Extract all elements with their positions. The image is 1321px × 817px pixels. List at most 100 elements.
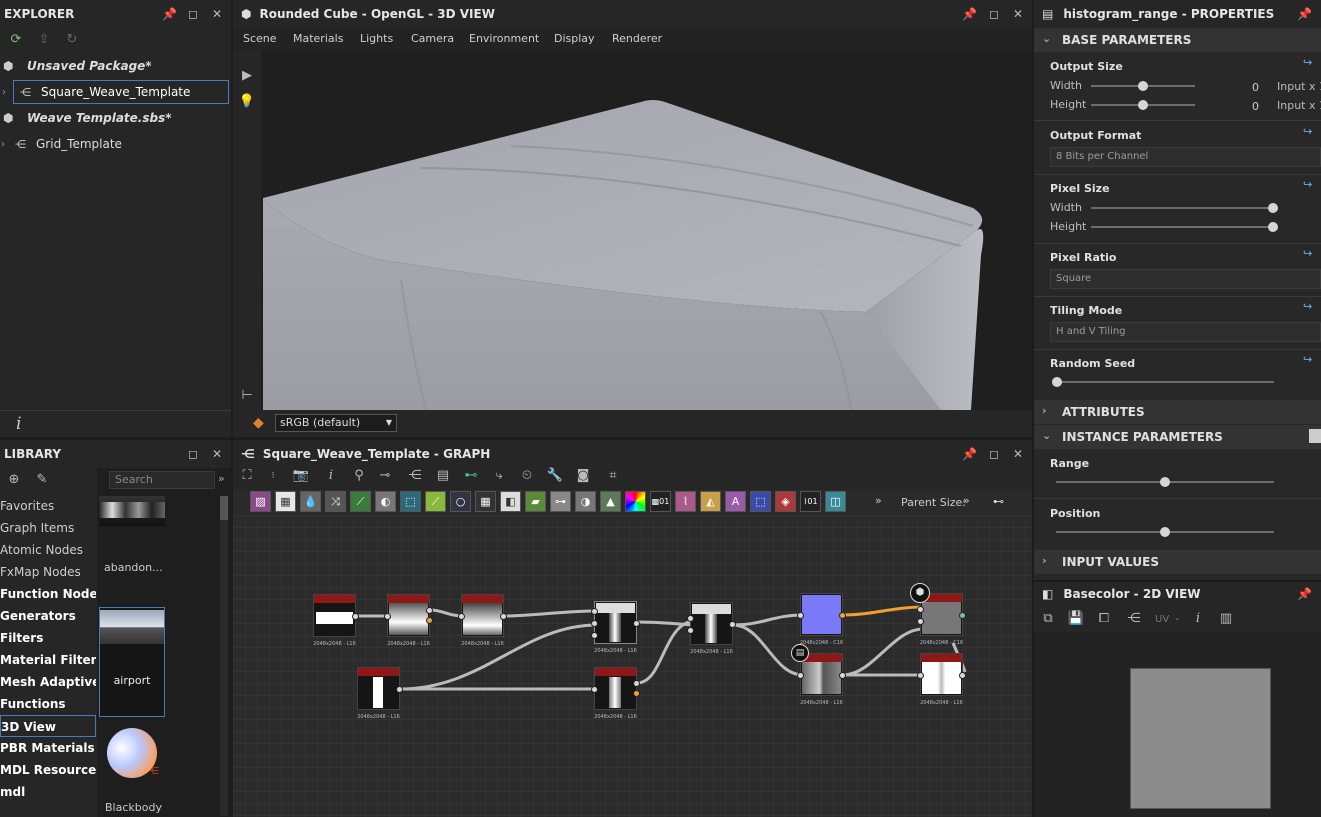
library-category[interactable]: Filters (0, 627, 96, 649)
more-tools-button[interactable]: » (875, 494, 882, 507)
graph-node[interactable]: 2048x2048 - L16 (384, 594, 433, 647)
input-port[interactable] (591, 632, 598, 639)
shuffle-icon[interactable]: ⤨ (325, 491, 346, 512)
new-package-icon[interactable]: ⟳ (6, 30, 26, 50)
parameter-link-icon[interactable]: ↪ (1303, 56, 1312, 69)
input-port[interactable] (797, 612, 804, 619)
curve-icon[interactable]: ⟋ (350, 491, 371, 512)
duplicate-icon[interactable]: ⧠ (1094, 609, 1114, 629)
menu-scene[interactable]: Scene (243, 32, 277, 45)
maximize-icon[interactable]: ◻ (186, 447, 200, 461)
maximize-icon[interactable]: ◻ (987, 447, 1001, 461)
library-category[interactable]: Graph Items (0, 517, 96, 539)
pin-icon[interactable]: 📌 (962, 7, 977, 21)
text-icon[interactable]: A (725, 491, 746, 512)
parameter-link-icon[interactable]: ↪ (1303, 300, 1312, 313)
connector-icon[interactable]: ⊷ (993, 495, 1004, 508)
tree-item-unsaved-package[interactable]: ⬢ Unsaved Package* (0, 54, 231, 78)
slider-knob[interactable] (1160, 477, 1170, 487)
slider-knob[interactable] (1160, 527, 1170, 537)
output-port[interactable] (426, 607, 433, 614)
bitmap-icon[interactable]: ▨ (250, 491, 271, 512)
output-format-select[interactable]: 8 Bits per Channel (1050, 147, 1321, 167)
refresh-icon[interactable]: ↻ (62, 30, 82, 50)
output-port[interactable] (959, 672, 966, 679)
tree-item-square-weave-template[interactable]: › ⋲ Square_Weave_Template (2, 80, 229, 104)
chevron-double-right-icon[interactable]: » (218, 472, 225, 485)
input-port[interactable] (687, 627, 694, 634)
wrench-icon[interactable]: 🔧 (545, 466, 565, 486)
output-port[interactable] (633, 620, 640, 627)
input-port[interactable] (591, 608, 598, 615)
library-category[interactable]: Favorites (0, 495, 96, 517)
parameter-link-icon[interactable]: ↪ (1303, 247, 1312, 260)
library-category[interactable]: FxMap Nodes (0, 561, 96, 583)
close-icon[interactable]: ✕ (210, 447, 224, 461)
chevron-down-icon[interactable]: ⌄ (1174, 613, 1181, 622)
library-category[interactable]: Generators (0, 605, 96, 627)
parameter-link-icon[interactable]: ↪ (1303, 353, 1312, 366)
graph-node[interactable]: 2048x2048 - L16 (591, 601, 640, 654)
output-port[interactable] (633, 680, 640, 687)
pin-icon[interactable]: 📌 (962, 447, 977, 461)
light-bulb-icon[interactable]: 💡 (237, 92, 257, 112)
hsl-icon[interactable] (625, 491, 646, 512)
parameter-link-icon[interactable]: ↪ (1303, 125, 1312, 138)
input-port[interactable] (458, 613, 465, 620)
copy-icon[interactable]: ⧉ (1038, 609, 1058, 629)
maximize-icon[interactable]: ◻ (186, 7, 200, 21)
library-category[interactable]: PBR Materials (0, 737, 96, 759)
library-thumb-selected[interactable]: airport (99, 607, 165, 717)
graph-icon[interactable]: ⋲ (1124, 609, 1144, 629)
histogram-icon[interactable]: ▲ (600, 491, 621, 512)
input-port[interactable] (917, 606, 924, 613)
grayscale-icon[interactable]: ◐ (375, 491, 396, 512)
chevron-right-icon[interactable]: › (1, 139, 5, 150)
graph-node[interactable]: 2048x2048 - L16 (313, 594, 359, 647)
section-attributes[interactable]: › ATTRIBUTES (1034, 400, 1321, 424)
fill-icon[interactable]: ◈ (775, 491, 796, 512)
graph-layout-icon[interactable]: ⋲ (405, 466, 425, 486)
pixel-ratio-select[interactable]: Square (1050, 269, 1321, 289)
library-category[interactable]: Mesh Adaptive (0, 671, 96, 693)
edit-icon[interactable] (1309, 429, 1321, 443)
align-icon[interactable]: ▤ (433, 466, 453, 486)
transform-icon[interactable]: ◑ (575, 491, 596, 512)
output-port[interactable] (633, 690, 640, 697)
link-icon[interactable]: ⊸ (375, 466, 395, 486)
viewport-3d[interactable] (261, 50, 1032, 410)
save-icon[interactable]: 💾 (1066, 609, 1086, 629)
path-icon[interactable]: ⌇ (675, 491, 696, 512)
grid-icon[interactable]: ▦ (475, 491, 496, 512)
upload-icon[interactable]: ⇪ (34, 30, 54, 50)
input-port[interactable] (917, 672, 924, 679)
close-icon[interactable]: ✕ (1011, 7, 1025, 21)
timer-icon[interactable]: ⏲ (517, 466, 537, 486)
pin-icon[interactable]: 📌 (1297, 7, 1312, 21)
output-port[interactable] (729, 621, 736, 628)
input-port[interactable] (687, 615, 694, 622)
route-icon[interactable]: ⤷ (489, 466, 509, 486)
library-category[interactable]: Atomic Nodes (0, 539, 96, 561)
select-icon[interactable]: ⬚ (750, 491, 771, 512)
height-value[interactable]: 0 (1252, 100, 1259, 113)
levels-icon[interactable]: ▰ (525, 491, 546, 512)
chevron-right-icon[interactable]: › (2, 87, 6, 98)
output-port[interactable] (959, 612, 966, 619)
random-seed-slider[interactable] (1052, 377, 1274, 387)
pixel-width-slider[interactable] (1091, 203, 1278, 213)
position-slider[interactable] (1056, 527, 1274, 537)
slider-knob[interactable] (1138, 100, 1148, 110)
menu-renderer[interactable]: Renderer (612, 32, 662, 45)
noise-icon[interactable]: ▩01 (650, 491, 671, 512)
colorspace-select[interactable]: sRGB (default) ▼ (275, 414, 397, 432)
library-category[interactable]: Function Nodes (0, 583, 96, 605)
uniform-icon[interactable]: ◧ (500, 491, 521, 512)
slider-knob[interactable] (1268, 203, 1278, 213)
frame-icon[interactable]: ⛶ (237, 466, 257, 486)
library-category-selected[interactable]: 3D View (0, 715, 96, 737)
input-port[interactable] (384, 613, 391, 620)
info-icon[interactable]: i (16, 414, 21, 434)
graph-node[interactable]: 2048x2048 - L16 (917, 653, 966, 706)
input-port[interactable] (797, 672, 804, 679)
